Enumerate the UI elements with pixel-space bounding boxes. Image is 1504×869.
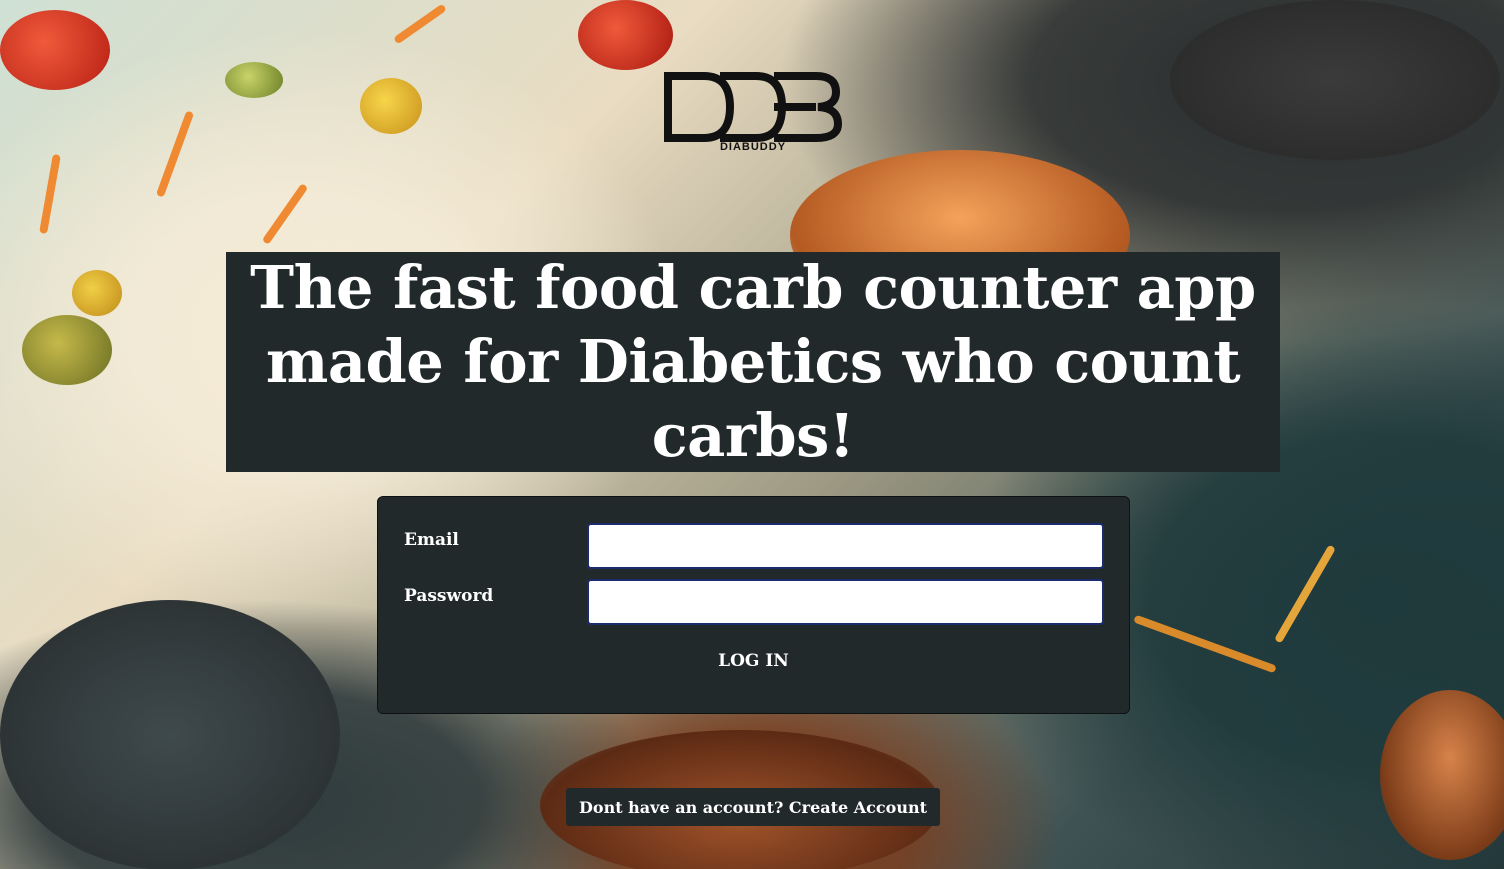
- logo-wordmark: DIABUDDY: [719, 141, 787, 153]
- pepper-shape: [360, 78, 422, 134]
- email-label: Email: [404, 530, 459, 550]
- vegetable-shape: [22, 315, 112, 385]
- dark-cloud-shape: [0, 600, 340, 869]
- password-field[interactable]: [587, 579, 1104, 625]
- dark-cloud-shape: [1170, 0, 1500, 160]
- password-label: Password: [404, 586, 494, 606]
- create-account-link[interactable]: Dont have an account? Create Account: [566, 788, 940, 826]
- login-button[interactable]: LOG IN: [378, 651, 1129, 671]
- carrot-shape: [393, 3, 447, 45]
- login-page: DIABUDDY The fast food carb counter app …: [0, 0, 1504, 869]
- carrot-shape: [39, 153, 61, 235]
- tomato-shape: [0, 10, 110, 90]
- hero-banner: The fast food carb counter app made for …: [226, 252, 1280, 472]
- email-field[interactable]: [587, 523, 1104, 569]
- fry-shape: [1274, 544, 1336, 644]
- tomato-shape: [578, 0, 673, 70]
- carrot-shape: [261, 183, 309, 245]
- burger-shape: [1380, 690, 1504, 860]
- fry-shape: [1133, 614, 1277, 674]
- olive-shape: [225, 62, 283, 98]
- carrot-shape: [155, 110, 195, 198]
- login-form: Email Password LOG IN: [377, 496, 1130, 714]
- diabuddy-logo: DIABUDDY: [664, 70, 842, 154]
- vegetable-shape: [72, 270, 122, 316]
- logo-monogram-icon: [664, 72, 842, 142]
- hero-headline: The fast food carb counter app made for …: [250, 253, 1256, 470]
